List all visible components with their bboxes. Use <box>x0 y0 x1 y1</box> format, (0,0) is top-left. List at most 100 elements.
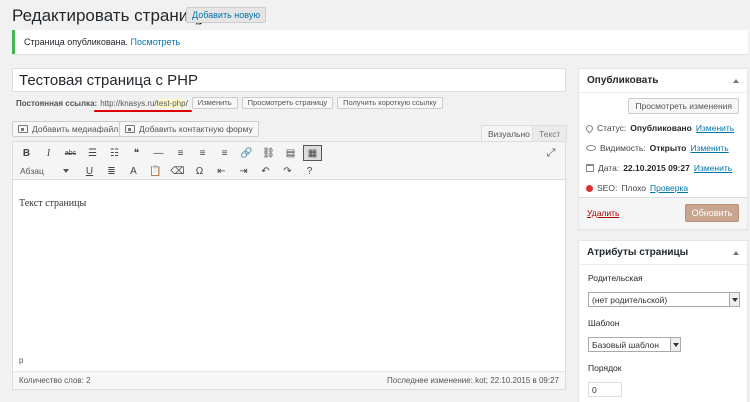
help-icon[interactable]: ? <box>300 163 319 179</box>
clear-formatting-icon[interactable]: ⌫ <box>168 163 187 179</box>
template-label: Шаблон <box>588 318 620 328</box>
published-notice: Страница опубликована. Посмотреть <box>12 30 748 54</box>
strikethrough-icon[interactable]: abc <box>61 145 80 161</box>
toolbar-row-1: B Iabc ☰ ☷ ❝ — ≡ ≡ ≡ 🔗 ⛓ ▤ ▦ <box>17 144 325 162</box>
last-edited: Последнее изменение: kot; 22.10.2015 в 0… <box>387 376 559 385</box>
blockquote-icon[interactable]: ❝ <box>127 145 146 161</box>
notice-view-link[interactable]: Посмотреть <box>131 37 181 47</box>
edit-visibility-link[interactable]: Изменить <box>690 143 728 153</box>
permalink-base: http://knasys.ru/ <box>100 98 157 108</box>
add-media-label: Добавить медиафайл <box>32 124 119 134</box>
add-form-label: Добавить контактную форму <box>139 124 253 134</box>
status-value: Опубликовано <box>630 123 692 133</box>
format-select[interactable]: Абзац <box>17 164 72 178</box>
delete-link[interactable]: Удалить <box>587 208 619 218</box>
format-select-value: Абзац <box>20 166 44 176</box>
special-character-icon[interactable]: Ω <box>190 163 209 179</box>
publish-box: Опубликовать Просмотреть изменения Стату… <box>578 68 748 230</box>
date-label: Дата: <box>598 163 620 173</box>
align-center-icon[interactable]: ≡ <box>193 145 212 161</box>
seo-value: Плохо <box>621 183 646 193</box>
align-left-icon[interactable]: ≡ <box>171 145 190 161</box>
update-button[interactable]: Обновить <box>685 204 739 222</box>
editor-content[interactable]: Текст страницы <box>19 198 86 209</box>
order-input[interactable] <box>588 382 622 397</box>
visibility-row: Видимость: Открыто Изменить <box>586 143 729 153</box>
indent-icon[interactable]: ⇥ <box>234 163 253 179</box>
seo-row: SEO: Плохо Проверка <box>586 183 688 193</box>
content-editor: B Iabc ☰ ☷ ❝ — ≡ ≡ ≡ 🔗 ⛓ ▤ ▦ ⤢ Абзац U ≣ A 📋 ⌫ Ω ⇤ ⇥ ↶ ↷? Тек… <box>12 141 566 390</box>
post-title-input[interactable] <box>12 68 566 92</box>
chevron-down-icon <box>670 338 680 351</box>
bulleted-list-icon[interactable]: ☰ <box>83 145 102 161</box>
add-new-button[interactable]: Добавить новую <box>186 7 267 23</box>
status-row: Статус: Опубликовано Изменить <box>584 123 734 133</box>
template-select[interactable]: Базовый шаблон <box>588 337 681 352</box>
tab-text[interactable]: Текст <box>532 125 568 141</box>
status-label: Статус: <box>597 123 627 133</box>
publish-box-title: Опубликовать <box>587 75 659 86</box>
permalink-row: Постоянная ссылка: http://knasys.ru/test… <box>16 97 443 109</box>
seo-label: SEO: <box>597 183 618 193</box>
seo-check-link[interactable]: Проверка <box>650 183 688 193</box>
parent-select-value: (нет родительской) <box>592 294 668 305</box>
edit-status-link[interactable]: Изменить <box>696 123 734 133</box>
justify-icon[interactable]: ≣ <box>102 163 121 179</box>
italic-icon[interactable]: I <box>39 145 58 161</box>
collapse-arrow-icon[interactable] <box>733 78 739 83</box>
numbered-list-icon[interactable]: ☷ <box>105 145 124 161</box>
permalink-end: / <box>185 98 188 108</box>
read-more-icon[interactable]: ▤ <box>281 145 300 161</box>
preview-changes-button[interactable]: Просмотреть изменения <box>628 98 739 114</box>
media-icon <box>18 125 28 133</box>
permalink-slug: test-php <box>156 98 186 108</box>
add-media-button[interactable]: Добавить медиафайл <box>12 121 125 137</box>
outdent-icon[interactable]: ⇤ <box>212 163 231 179</box>
view-page-button[interactable]: Просмотреть страницу <box>241 97 334 109</box>
horizontal-line-icon[interactable]: — <box>149 145 168 161</box>
edit-permalink-button[interactable]: Изменить <box>191 97 238 109</box>
page-attributes-box: Атрибуты страницы Родительская (нет роди… <box>578 240 748 402</box>
insert-link-icon[interactable]: 🔗 <box>237 145 256 161</box>
attributes-box-title: Атрибуты страницы <box>587 247 689 258</box>
underline-icon[interactable]: U <box>80 163 99 179</box>
notice-text: Страница опубликована. <box>24 37 129 47</box>
visibility-label: Видимость: <box>600 143 646 153</box>
bold-icon[interactable]: B <box>17 145 36 161</box>
visibility-value: Открыто <box>649 143 687 153</box>
toolbar-toggle-icon[interactable]: ▦ <box>303 145 322 161</box>
calendar-icon <box>586 164 594 172</box>
chevron-down-icon <box>63 169 69 173</box>
form-icon <box>125 125 135 133</box>
undo-icon[interactable]: ↶ <box>256 163 275 179</box>
word-count: Количество слов: 2 <box>19 376 91 385</box>
align-right-icon[interactable]: ≡ <box>215 145 234 161</box>
attributes-box-header[interactable]: Атрибуты страницы <box>579 241 747 265</box>
tab-visual[interactable]: Визуально <box>481 125 537 141</box>
remove-link-icon[interactable]: ⛓ <box>259 145 278 161</box>
redo-icon[interactable]: ↷ <box>278 163 297 179</box>
get-shortlink-button[interactable]: Получить короткую ссылку <box>337 97 443 109</box>
edit-date-link[interactable]: Изменить <box>694 163 732 173</box>
pin-icon <box>584 123 595 133</box>
chevron-down-icon <box>729 293 739 306</box>
collapse-arrow-icon[interactable] <box>733 250 739 255</box>
date-value: 22.10.2015 09:27 <box>623 163 690 173</box>
parent-select[interactable]: (нет родительской) <box>588 292 740 307</box>
red-underline-annotation <box>94 110 192 112</box>
publish-actions: Удалить Обновить <box>579 197 747 229</box>
page-title: Редактировать страницу <box>12 6 207 25</box>
add-contact-form-button[interactable]: Добавить контактную форму <box>119 121 259 137</box>
seo-status-dot-icon <box>586 184 593 192</box>
editor-toolbar: B Iabc ☰ ☷ ❝ — ≡ ≡ ≡ 🔗 ⛓ ▤ ▦ ⤢ Абзац U ≣ A 📋 ⌫ Ω ⇤ ⇥ ↶ ↷? <box>13 142 565 180</box>
parent-label: Родительская <box>588 273 643 283</box>
paste-text-icon[interactable]: 📋 <box>146 163 165 179</box>
toolbar-row-2: Абзац U ≣ A 📋 ⌫ Ω ⇤ ⇥ ↶ ↷? <box>17 162 322 180</box>
fullscreen-icon[interactable]: ⤢ <box>543 147 559 161</box>
editor-status-bar: Количество слов: 2 Последнее изменение: … <box>13 371 565 389</box>
order-label: Порядок <box>588 363 622 373</box>
permalink-url[interactable]: http://knasys.ru/test-php/ <box>100 98 188 108</box>
text-color-icon[interactable]: A <box>124 163 143 179</box>
date-row: Дата: 22.10.2015 09:27 Изменить <box>586 163 732 173</box>
publish-box-header[interactable]: Опубликовать <box>579 69 747 93</box>
